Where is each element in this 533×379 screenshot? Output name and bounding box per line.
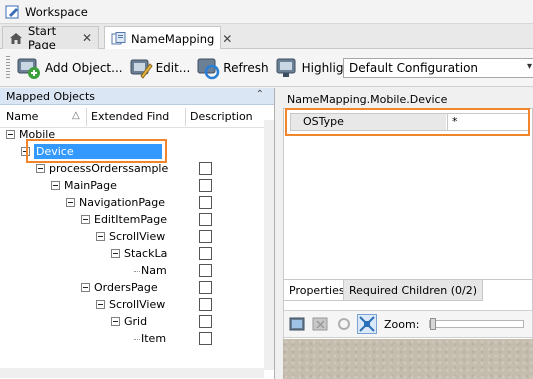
tree-node[interactable]: EditItemPage: [81, 211, 167, 228]
tab-required-children[interactable]: Required Children (0/2): [343, 280, 484, 301]
tree-node-label: processOrderssample: [49, 162, 169, 175]
column-separator[interactable]: [86, 108, 87, 126]
add-object-button[interactable]: Add Object...: [16, 56, 123, 80]
extended-find-checkbox[interactable]: [199, 264, 212, 277]
configuration-select[interactable]: Default Configuration ▾: [343, 58, 533, 78]
tree-node[interactable]: Nam: [141, 262, 189, 279]
tree-node-label: Item: [141, 332, 167, 345]
collapse-toggle-icon[interactable]: [111, 317, 120, 326]
highlight-outline-property: [285, 108, 530, 136]
title-bar: Workspace: [0, 0, 533, 24]
tree-node[interactable]: NavigationPage: [66, 194, 165, 211]
tree-node[interactable]: Grid: [111, 313, 147, 330]
mapped-objects-panel: Mapped Objects ⌃ Name △ Extended Find De…: [0, 88, 275, 379]
object-path: NameMapping.Mobile.Device: [287, 93, 448, 106]
tab-properties[interactable]: Properties: [283, 280, 351, 301]
zoom-label: Zoom:: [384, 317, 420, 331]
column-name[interactable]: Name: [6, 110, 38, 123]
collapse-toggle-icon[interactable]: [81, 283, 90, 292]
toolbar-grip[interactable]: [6, 55, 10, 80]
extended-find-checkbox[interactable]: [199, 162, 212, 175]
highlight-outline-device: [26, 139, 167, 163]
subtab-bar: Properties Required Children (0/2): [283, 279, 533, 301]
column-extended-find[interactable]: Extended Find: [91, 110, 169, 123]
add-object-icon: [17, 58, 40, 79]
highlight-icon: [276, 58, 296, 77]
collapse-toggle-icon[interactable]: [6, 130, 15, 139]
fit-to-window-icon[interactable]: [357, 314, 377, 334]
refresh-label: Refresh: [223, 60, 269, 75]
tree-node[interactable]: ScrollView: [96, 296, 165, 313]
extended-find-checkbox[interactable]: [199, 298, 212, 311]
tree-node-label: EditItemPage: [94, 213, 167, 226]
select-object-icon[interactable]: [311, 314, 331, 334]
viewer-toolbar: Zoom:: [283, 310, 533, 338]
tree-connector: [134, 271, 140, 272]
device-preview-area: [283, 339, 533, 379]
chevron-down-icon[interactable]: ▾: [527, 61, 532, 72]
tree-node[interactable]: StackLa: [111, 245, 191, 262]
tree-node[interactable]: OrdersPage: [81, 279, 158, 296]
column-headers: Name △ Extended Find Description: [0, 106, 274, 128]
refresh-button[interactable]: Refresh: [196, 56, 269, 80]
collapse-toggle-icon[interactable]: [111, 249, 120, 258]
collapse-toggle-icon[interactable]: [96, 232, 105, 241]
add-object-label: Add Object...: [45, 60, 123, 75]
window-title: Workspace: [25, 4, 88, 19]
tab-name-mapping[interactable]: NameMapping ✕: [104, 26, 232, 50]
extended-find-checkbox[interactable]: [199, 332, 212, 345]
extended-find-checkbox[interactable]: [199, 281, 212, 294]
extended-find-checkbox[interactable]: [199, 315, 212, 328]
horizontal-scrollbar[interactable]: [0, 368, 264, 378]
tree-node-label: ScrollView: [109, 230, 166, 243]
tree-node-label: NavigationPage: [79, 196, 165, 209]
vertical-scrollbar[interactable]: [264, 120, 274, 370]
panel-header: Mapped Objects ⌃: [0, 88, 274, 105]
column-separator[interactable]: [185, 108, 186, 126]
extended-find-checkbox[interactable]: [199, 247, 212, 260]
tab-start-page[interactable]: Start Page ✕: [2, 24, 99, 52]
tree-node-label: ScrollView: [109, 298, 166, 311]
tree-node[interactable]: Item: [141, 330, 189, 347]
collapse-toggle-icon[interactable]: [96, 300, 105, 309]
tree-node-label: MainPage: [64, 179, 117, 192]
configuration-value: Default Configuration: [349, 61, 479, 75]
edit-icon: [130, 59, 153, 79]
collapse-icon[interactable]: ⌃: [256, 89, 264, 100]
tab-label: Start Page: [28, 24, 57, 52]
home-icon: [9, 32, 23, 45]
collapse-toggle-icon[interactable]: [36, 164, 45, 173]
collapse-toggle-icon[interactable]: [66, 198, 75, 207]
capture-icon[interactable]: [288, 314, 308, 334]
tab-label: NameMapping: [131, 31, 215, 46]
column-description[interactable]: Description: [190, 110, 253, 123]
extended-find-checkbox[interactable]: [199, 213, 212, 226]
collapse-toggle-icon[interactable]: [81, 215, 90, 224]
name-mapping-icon: [111, 31, 126, 46]
close-icon[interactable]: ✕: [82, 31, 92, 45]
close-icon[interactable]: ✕: [222, 32, 232, 46]
zoom-slider[interactable]: [429, 318, 525, 330]
zoom-slider-thumb[interactable]: [430, 318, 437, 330]
panel-title: Mapped Objects: [6, 89, 95, 103]
tree-connector: [134, 339, 140, 340]
extended-find-checkbox[interactable]: [199, 196, 212, 209]
rotate-icon[interactable]: [334, 314, 354, 334]
tree-node[interactable]: ScrollView: [96, 228, 165, 245]
tree-node-label: StackLa: [124, 247, 168, 260]
extended-find-checkbox[interactable]: [199, 230, 212, 243]
refresh-icon: [197, 58, 220, 79]
tree-node-label: OrdersPage: [94, 281, 158, 294]
workspace-icon: [5, 5, 19, 19]
edit-label: Edit...: [155, 60, 191, 75]
tree-node-label: Nam: [141, 264, 167, 277]
edit-button[interactable]: Edit...: [129, 56, 191, 80]
tree-node-label: Grid: [124, 315, 148, 328]
collapse-toggle-icon[interactable]: [51, 181, 60, 190]
tab-bar: Start Page ✕ NameMapping ✕: [0, 24, 533, 52]
tree-node[interactable]: MainPage: [51, 177, 117, 194]
sort-asc-icon: △: [72, 110, 80, 121]
extended-find-checkbox[interactable]: [199, 179, 212, 192]
